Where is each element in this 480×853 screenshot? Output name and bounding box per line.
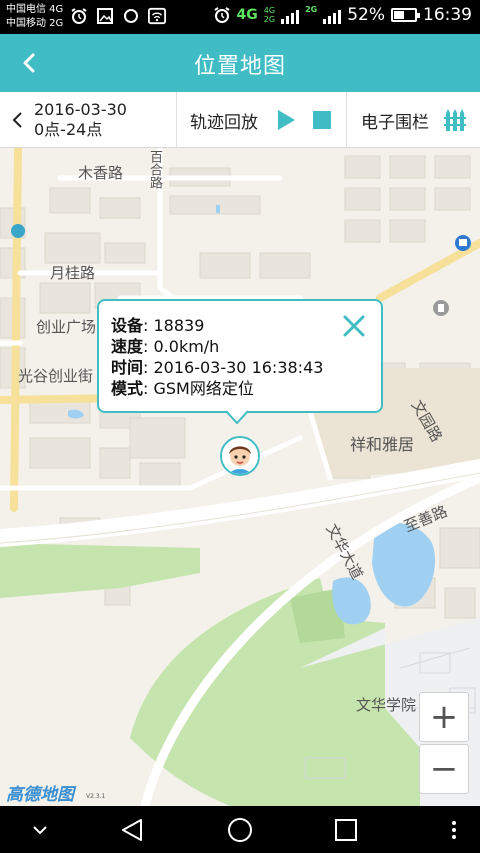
popup-pointer	[226, 410, 248, 424]
network-2g: 2G	[305, 5, 318, 14]
nav-home-icon	[228, 818, 252, 842]
image-icon	[96, 7, 114, 25]
device-marker[interactable]	[220, 436, 260, 476]
close-icon[interactable]	[341, 313, 367, 339]
speed-value: : 0.0km/h	[143, 337, 220, 356]
stop-icon[interactable]	[313, 111, 331, 129]
alarm-clock-icon	[213, 6, 231, 24]
carrier-info: 中国电信 4G 中国移动 2G	[6, 3, 63, 31]
zoom-out-button[interactable]: −	[419, 744, 469, 794]
nav-back-icon	[122, 819, 142, 841]
nav-recent-icon	[335, 819, 357, 841]
circle-icon	[122, 7, 140, 25]
title-bar: 位置地图	[0, 34, 480, 92]
avatar-icon	[222, 438, 258, 474]
time-range-text: 0点-24点	[34, 120, 103, 139]
carrier-1: 中国电信 4G	[6, 4, 64, 15]
battery-percent: 52%	[347, 5, 385, 25]
popup-device-row: 设备: 18839	[111, 315, 369, 336]
nav-home-button[interactable]	[224, 814, 256, 846]
fence-label[interactable]: 电子围栏	[361, 108, 429, 133]
network-dual: 4G 2G	[264, 6, 275, 24]
nav-more-button[interactable]	[438, 814, 470, 846]
status-bar: 中国电信 4G 中国移动 2G 4G 4G 2G 2G 52% 16:39	[0, 0, 480, 34]
info-popup: 设备: 18839 速度: 0.0km/h 时间: 2016-03-30 16:…	[97, 299, 383, 413]
page-title: 位置地图	[193, 54, 286, 79]
map-logo: 高德地图	[6, 785, 74, 805]
status-right: 4G 4G 2G 2G 52% 16:39	[213, 5, 472, 25]
map-label-xianghe-yaju: 祥和雅居	[350, 435, 415, 454]
alarm-icon	[70, 7, 88, 25]
notification-icons	[70, 7, 166, 25]
network-small-top: 4G	[263, 6, 276, 15]
network-4g: 4G	[236, 7, 258, 23]
speed-label: 速度	[111, 337, 144, 356]
nav-recent-button[interactable]	[330, 814, 362, 846]
battery-icon	[391, 8, 420, 22]
map-label-chuangye-square: 创业广场	[36, 318, 97, 336]
map-label-muxiang-road: 木香路	[78, 164, 124, 182]
map-label-yuegui-road: 月桂路	[50, 264, 96, 282]
map-logo-version: V2.3.1	[86, 793, 106, 800]
nav-down-icon	[33, 826, 47, 835]
divider	[176, 92, 177, 148]
play-icon[interactable]	[276, 109, 296, 131]
mode-value: : GSM网络定位	[143, 379, 254, 398]
wifi-icon	[148, 7, 166, 25]
popup-time-row: 时间: 2016-03-30 16:38:43	[111, 357, 369, 378]
playback-label[interactable]: 轨迹回放	[190, 108, 258, 133]
signal-icon-2	[323, 6, 342, 24]
device-value: : 18839	[143, 316, 205, 335]
chevron-left-icon	[12, 112, 22, 128]
map-label-wenhua-college: 文华学院	[356, 696, 417, 714]
time-value: : 2016-03-30 16:38:43	[143, 358, 324, 377]
map-label-guanggu-street: 光谷创业街	[18, 367, 94, 385]
device-label: 设备	[111, 316, 144, 335]
nav-more-icon	[452, 821, 456, 839]
map-view[interactable]: 木香路 百合路 月桂路 创业广场 光谷创业街 文园路 祥和雅居 至善路 文华大道…	[0, 148, 480, 806]
zoom-in-button[interactable]: +	[419, 692, 469, 742]
date-text: 2016-03-30	[34, 100, 127, 119]
battery-fill	[394, 11, 405, 19]
map-label-vertical-road: 百合路	[147, 150, 162, 189]
popup-speed-row: 速度: 0.0km/h	[111, 336, 369, 357]
mode-label: 模式	[111, 379, 144, 398]
date-selector[interactable]: 2016-03-30 0点-24点	[10, 98, 127, 142]
carrier-2: 中国移动 2G	[6, 18, 64, 29]
signal-icon-1	[281, 6, 300, 24]
time-label: 时间	[111, 358, 144, 377]
nav-back-button[interactable]	[116, 814, 148, 846]
clock-time: 16:39	[423, 5, 472, 25]
toolbar: 2016-03-30 0点-24点 轨迹回放 电子围栏	[0, 92, 480, 148]
divider	[346, 92, 347, 148]
navigation-bar	[0, 806, 480, 853]
fence-icon[interactable]	[444, 108, 466, 132]
nav-down-button[interactable]	[24, 814, 56, 846]
popup-mode-row: 模式: GSM网络定位	[111, 378, 369, 399]
network-small-bottom: 2G	[263, 15, 276, 24]
